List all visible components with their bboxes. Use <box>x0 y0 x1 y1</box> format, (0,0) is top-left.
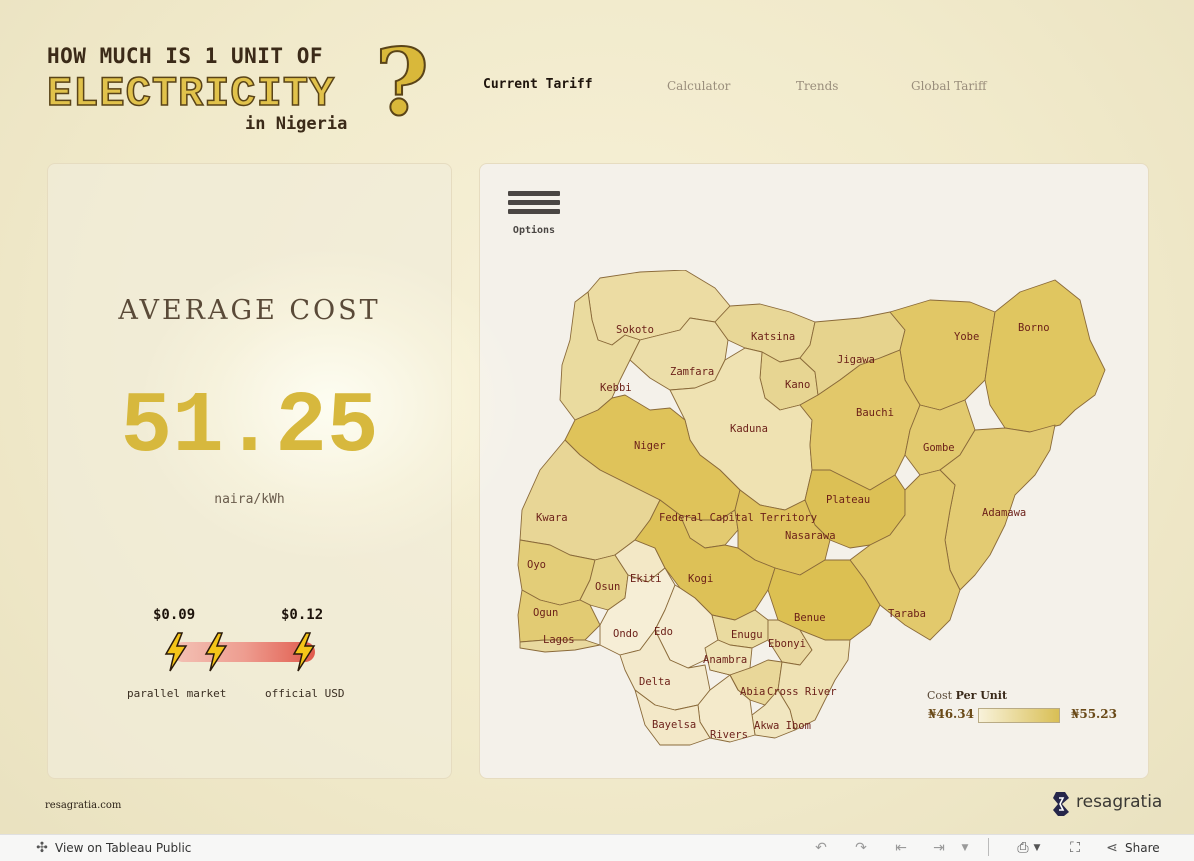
tableau-toolbar: ✣ View on Tableau Public ↶ ↷ ⇤ ⇥ ▼ ⎙ ▼ ⛶… <box>0 834 1194 861</box>
label-gombe: Gombe <box>923 442 955 454</box>
label-kaduna: Kaduna <box>730 423 768 435</box>
view-on-tableau-label: View on Tableau Public <box>55 841 192 855</box>
chevron-down-icon: ▼ <box>1033 843 1041 853</box>
download-button[interactable]: ⎙ ▼ <box>1014 840 1042 856</box>
label-bauchi: Bauchi <box>856 407 894 419</box>
label-anambra: Anambra <box>703 654 747 666</box>
label-adamawa: Adamawa <box>982 507 1026 519</box>
lightning-bolt-icon <box>164 632 188 672</box>
label-zamfara: Zamfara <box>670 366 714 378</box>
average-cost-label: AVERAGE COST <box>118 295 381 326</box>
dashboard-title: HOW MUCH IS 1 UNIT OF ELECTRICITY in Nig… <box>46 27 447 140</box>
pause-dropdown[interactable]: ▼ <box>956 840 974 856</box>
revert-button[interactable]: ⇤ <box>892 840 910 856</box>
tab-global-tariff[interactable]: Global Tariff <box>911 79 986 93</box>
state-borno[interactable] <box>984 279 1106 433</box>
legend-color-scale <box>978 708 1060 723</box>
redo-icon: ↷ <box>855 840 867 856</box>
average-cost-value: 51.25 <box>120 378 379 476</box>
title-line-2: ELECTRICITY <box>46 69 336 119</box>
label-ogun: Ogun <box>533 607 558 619</box>
question-mark-icon: ? <box>374 27 430 137</box>
label-abia: Abia <box>740 686 765 698</box>
label-delta: Delta <box>639 676 671 688</box>
label-enugu: Enugu <box>731 629 763 641</box>
label-taraba: Taraba <box>888 608 926 620</box>
legend-title: Cost Per Unit <box>927 689 1008 702</box>
tableau-icon: ✣ <box>36 840 48 856</box>
label-rivers: Rivers <box>710 729 748 741</box>
label-niger: Niger <box>634 440 666 452</box>
label-katsina: Katsina <box>751 331 795 343</box>
label-oyo: Oyo <box>527 559 546 571</box>
redo-button[interactable]: ↷ <box>852 840 870 856</box>
nigeria-map: Sokoto Katsina Yobe Borno Zamfara Jigawa… <box>517 270 1106 746</box>
toolbar-divider <box>988 838 989 856</box>
label-lagos: Lagos <box>543 634 575 646</box>
label-nasarawa: Nasarawa <box>785 530 836 542</box>
label-kogi: Kogi <box>688 573 713 585</box>
lightning-bolt-icon <box>292 632 316 672</box>
label-ondo: Ondo <box>613 628 638 640</box>
label-jigawa: Jigawa <box>837 354 875 366</box>
label-akwa-ibom: Akwa Ibom <box>754 720 811 732</box>
tab-trends[interactable]: Trends <box>796 79 838 93</box>
title-line-3: in Nigeria <box>245 114 348 134</box>
label-ekiti: Ekiti <box>630 573 662 585</box>
label-sokoto: Sokoto <box>616 324 654 336</box>
label-fct: Federal Capital Territory <box>659 512 817 524</box>
average-cost-unit: naira/kWh <box>214 492 285 507</box>
chevron-down-icon: ▼ <box>961 843 969 853</box>
label-osun: Osun <box>595 581 620 593</box>
label-plateau: Plateau <box>826 494 870 506</box>
label-ebonyi: Ebonyi <box>768 638 806 650</box>
share-label: Share <box>1125 841 1160 855</box>
official-usd-value: $0.12 <box>281 607 324 623</box>
share-icon: ⋖ <box>1106 840 1118 856</box>
refresh-button[interactable]: ⇥ <box>930 840 948 856</box>
revert-icon: ⇤ <box>895 840 907 856</box>
brand-name: resagratia <box>1076 792 1163 812</box>
label-borno: Borno <box>1018 322 1050 334</box>
options-menu-icon[interactable] <box>508 191 560 218</box>
official-usd-label: official USD <box>265 687 345 700</box>
label-benue: Benue <box>794 612 826 624</box>
fullscreen-button[interactable]: ⛶ <box>1066 840 1084 856</box>
refresh-icon: ⇥ <box>933 840 945 856</box>
footer-site-link[interactable]: resagratia.com <box>45 800 121 811</box>
legend-max-value: ₦55.23 <box>1071 707 1117 721</box>
label-edo: Edo <box>654 626 673 638</box>
options-label: Options <box>512 225 556 236</box>
label-yobe: Yobe <box>954 331 979 343</box>
download-icon: ⎙ <box>1017 840 1029 856</box>
parallel-market-label: parallel market <box>127 687 227 700</box>
title-line-1: HOW MUCH IS 1 UNIT OF <box>47 44 324 68</box>
share-button[interactable]: ⋖ Share <box>1103 840 1160 856</box>
lightning-bolt-icon <box>204 632 228 672</box>
view-on-tableau-button[interactable]: ✣ View on Tableau Public <box>33 840 191 856</box>
fullscreen-icon: ⛶ <box>1070 840 1080 856</box>
parallel-market-value: $0.09 <box>153 607 196 623</box>
undo-icon: ↶ <box>815 840 827 856</box>
label-bayelsa: Bayelsa <box>652 719 696 731</box>
undo-button[interactable]: ↶ <box>812 840 830 856</box>
brand-logo[interactable]: resagratia <box>1052 790 1162 818</box>
label-kwara: Kwara <box>536 512 568 524</box>
legend-min-value: ₦46.34 <box>928 707 974 721</box>
label-kebbi: Kebbi <box>600 382 632 394</box>
resagratia-logo-icon <box>1053 792 1069 816</box>
label-kano: Kano <box>785 379 810 391</box>
tab-calculator[interactable]: Calculator <box>667 79 730 93</box>
tab-current-tariff[interactable]: Current Tariff <box>483 77 593 92</box>
label-cross-river: Cross River <box>767 686 837 698</box>
